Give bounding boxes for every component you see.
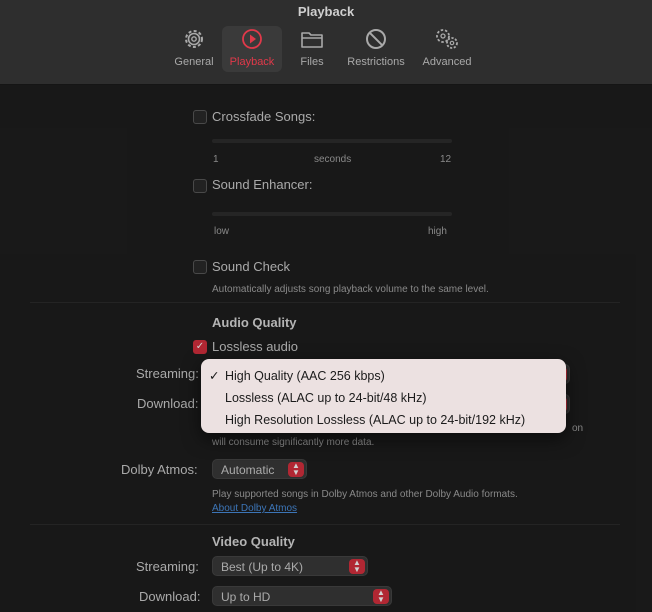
chevron-updown-icon: ▲▼ [373, 589, 389, 604]
about-dolby-atmos-link[interactable]: About Dolby Atmos [212, 503, 297, 514]
gear-icon [185, 30, 203, 48]
video-download-popup[interactable]: Up to HD ▲ ▼ [212, 586, 392, 606]
sound-check-checkbox[interactable] [193, 260, 207, 274]
menu-item-high-quality[interactable]: ✓ High Quality (AAC 256 kbps) [201, 365, 566, 387]
lossless-audio-label: Lossless audio [212, 339, 298, 354]
folder-icon [301, 32, 323, 48]
menu-item-label: Lossless (ALAC up to 24-bit/48 kHz) [225, 391, 427, 405]
video-download-label: Download: [139, 589, 201, 604]
video-streaming-popup[interactable]: Best (Up to 4K) ▲ ▼ [212, 556, 368, 576]
tab-advanced[interactable]: Advanced [418, 26, 476, 72]
preferences-window: Playback General Playback Files Restrict… [0, 0, 652, 612]
lossless-note-tail: on [572, 423, 584, 434]
crossfade-min: 1 [213, 154, 219, 165]
lossless-audio-checkbox[interactable]: ✓ [193, 340, 207, 354]
sound-enhancer-slider[interactable] [212, 212, 452, 216]
chevron-updown-icon: ▲▼ [288, 462, 304, 477]
tab-general[interactable]: General [170, 26, 218, 72]
menu-item-lossless[interactable]: Lossless (ALAC up to 24-bit/48 kHz) [201, 387, 566, 409]
tab-general-label: General [174, 56, 214, 68]
menu-item-hi-res-lossless[interactable]: High Resolution Lossless (ALAC up to 24-… [201, 409, 566, 431]
tab-playback-label: Playback [229, 56, 275, 68]
video-quality-header: Video Quality [212, 534, 295, 549]
streaming-quality-label: Streaming: [136, 366, 199, 381]
video-download-value: Up to HD [221, 590, 271, 604]
tab-restrictions[interactable]: Restrictions [341, 26, 411, 72]
toolbar: Playback General Playback Files Restrict… [0, 0, 652, 84]
audio-quality-header: Audio Quality [212, 315, 297, 330]
sound-enhancer-label: Sound Enhancer: [212, 177, 313, 192]
gears-icon [436, 29, 458, 49]
sound-check-description: Automatically adjusts song playback volu… [212, 284, 489, 295]
dolby-atmos-value: Automatic [221, 463, 275, 477]
section-divider [30, 302, 620, 303]
tab-advanced-label: Advanced [422, 56, 472, 68]
crossfade-label: Crossfade Songs: [212, 109, 316, 124]
sound-check-label: Sound Check [212, 259, 291, 274]
lossless-note: will consume significantly more data. [212, 437, 375, 448]
tab-files-label: Files [300, 56, 324, 68]
chevron-updown-icon: ▲▼ [349, 559, 365, 574]
window-title: Playback [297, 4, 355, 19]
dolby-atmos-popup[interactable]: Automatic ▲ ▼ [212, 459, 307, 479]
crossfade-unit: seconds [314, 154, 352, 165]
dolby-atmos-description: Play supported songs in Dolby Atmos and … [212, 489, 518, 500]
tab-playback[interactable]: Playback [222, 26, 282, 72]
crossfade-slider[interactable] [212, 139, 452, 143]
crossfade-checkbox[interactable] [193, 110, 207, 124]
sound-enhancer-checkbox[interactable] [193, 179, 207, 193]
section-divider-2 [30, 524, 620, 525]
menu-item-label: High Quality (AAC 256 kbps) [225, 369, 385, 383]
play-circle-icon [242, 29, 262, 49]
sound-enhancer-min: low [214, 226, 230, 237]
video-streaming-label: Streaming: [136, 559, 199, 574]
video-streaming-value: Best (Up to 4K) [221, 560, 304, 574]
download-quality-label: Download: [137, 396, 199, 411]
streaming-quality-menu: ✓ High Quality (AAC 256 kbps) Lossless (… [201, 359, 566, 433]
tab-restrictions-label: Restrictions [347, 56, 405, 68]
prohibited-icon [366, 29, 386, 49]
tab-files[interactable]: Files [292, 26, 332, 72]
dolby-atmos-label: Dolby Atmos: [121, 462, 198, 477]
checkmark-icon: ✓ [209, 369, 220, 383]
sound-enhancer-max: high [428, 226, 447, 237]
menu-item-label: High Resolution Lossless (ALAC up to 24-… [225, 413, 526, 427]
crossfade-max: 12 [440, 154, 452, 165]
